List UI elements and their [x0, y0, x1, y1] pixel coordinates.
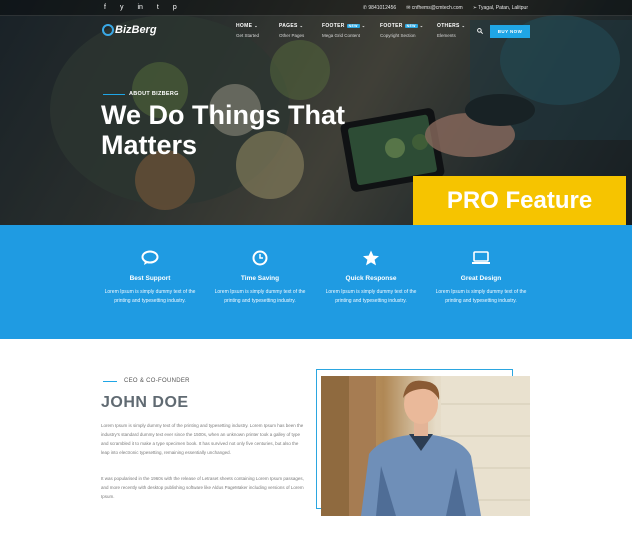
facebook-icon[interactable]: f — [104, 3, 106, 13]
search-icon[interactable] — [477, 28, 483, 34]
top-bar: f y in t p ✆ 9841012456 ✉ cnfhems@cmtech… — [0, 0, 632, 16]
main-navbar: BizBerg HOME ⌄ Get Started PAGES ⌄ Other P… — [0, 16, 632, 46]
ceo-bio-paragraph: It was popularised in the 1960s with the… — [101, 476, 304, 499]
clock-icon — [252, 250, 268, 266]
nav-item-footer-grid[interactable]: FOOTER NEW ⌄ Mega Grid Content — [322, 23, 380, 38]
feature-time-saving: Time Saving Lorem Ipsum is simply dummy … — [210, 250, 310, 306]
chevron-down-icon: ⌄ — [254, 23, 258, 28]
feature-description: Lorem Ipsum is simply dummy text of the … — [325, 289, 417, 304]
hero-label-text: ABOUT BIZBERG — [129, 91, 179, 97]
star-icon — [363, 250, 379, 266]
chevron-down-icon: ⌄ — [461, 23, 466, 28]
phone-text: ✆ 9841012456 — [362, 5, 397, 11]
feature-description: Lorem Ipsum is simply dummy text of the … — [104, 289, 196, 304]
buy-now-button[interactable]: BUY NOW — [490, 25, 530, 38]
ceo-label: CEO & CO-FOUNDER — [103, 378, 190, 384]
logo-mark-icon — [102, 24, 114, 36]
features-section: Best Support Lorem Ipsum is simply dummy… — [0, 225, 632, 339]
nav-item-pages[interactable]: PAGES ⌄ Other Pages — [279, 23, 322, 38]
feature-title: Best Support — [129, 275, 171, 282]
ceo-portrait-image — [321, 376, 530, 516]
pro-feature-badge: PRO Feature — [413, 176, 626, 226]
ceo-name: JOHN DOE — [101, 394, 189, 411]
tumblr-icon[interactable]: t — [157, 3, 159, 13]
address-text: ➢ Tyagal, Patan, Lalitpur — [472, 5, 528, 11]
logo-text: BizBerg — [115, 24, 157, 36]
label-divider — [103, 93, 125, 95]
ceo-bio-paragraph: Lorem Ipsum is simply dummy text of the … — [101, 423, 304, 455]
feature-quick-response: Quick Response Lorem Ipsum is simply dum… — [321, 250, 421, 306]
feature-description: Lorem Ipsum is simply dummy text of the … — [214, 289, 306, 304]
nav-subtitle: Elements — [437, 33, 456, 38]
nav-item-home[interactable]: HOME ⌄ Get Started — [236, 23, 279, 38]
nav-title: FOOTER — [380, 23, 403, 29]
nav-title: OTHERS — [437, 23, 460, 29]
nav-item-others[interactable]: OTHERS ⌄ Elements — [437, 23, 480, 38]
email-text[interactable]: ✉ cnfhems@cmtech.com — [406, 5, 463, 11]
chevron-down-icon: ⌄ — [419, 23, 424, 28]
site-logo[interactable]: BizBerg — [102, 24, 157, 36]
hero-title: We Do Things That Matters — [101, 100, 345, 160]
laptop-icon — [472, 251, 490, 264]
nav-title: FOOTER — [322, 23, 345, 29]
chevron-down-icon: ⌄ — [299, 23, 304, 28]
linkedin-icon[interactable]: in — [137, 3, 142, 13]
label-divider — [103, 380, 117, 382]
new-badge: NEW — [346, 23, 360, 28]
chat-icon — [141, 250, 159, 265]
twitter-icon[interactable]: y — [120, 3, 124, 13]
feature-title: Quick Response — [345, 275, 397, 282]
feature-great-design: Great Design Lorem Ipsum is simply dummy… — [431, 250, 531, 306]
nav-subtitle: Get Started — [236, 33, 260, 38]
social-links: f y in t p — [104, 3, 177, 13]
feature-title: Time Saving — [240, 275, 280, 282]
nav-title: PAGES — [279, 23, 298, 29]
nav-subtitle: Other Pages — [279, 33, 305, 38]
feature-title: Great Design — [460, 275, 502, 282]
feature-description: Lorem Ipsum is simply dummy text of the … — [435, 289, 527, 304]
ceo-photo — [321, 376, 530, 516]
nav-item-footer-copyright[interactable]: FOOTER NEW ⌄ Copyright Section — [380, 23, 437, 38]
nav-title: HOME — [236, 23, 253, 29]
contact-info: ✆ 9841012456 ✉ cnfhems@cmtech.com ➢ Tyag… — [363, 5, 528, 11]
chevron-down-icon: ⌄ — [361, 23, 366, 28]
hero-label: ABOUT BIZBERG — [103, 91, 179, 97]
ceo-label-text: CEO & CO-FOUNDER — [124, 378, 190, 384]
nav-subtitle: Copyright Section — [380, 33, 416, 38]
nav-menu: HOME ⌄ Get Started PAGES ⌄ Other Pages FOO… — [236, 23, 480, 38]
pinterest-icon[interactable]: p — [173, 3, 177, 13]
new-badge: NEW — [404, 23, 418, 28]
nav-subtitle: Mega Grid Content — [322, 33, 361, 38]
feature-best-support: Best Support Lorem Ipsum is simply dummy… — [100, 250, 200, 306]
